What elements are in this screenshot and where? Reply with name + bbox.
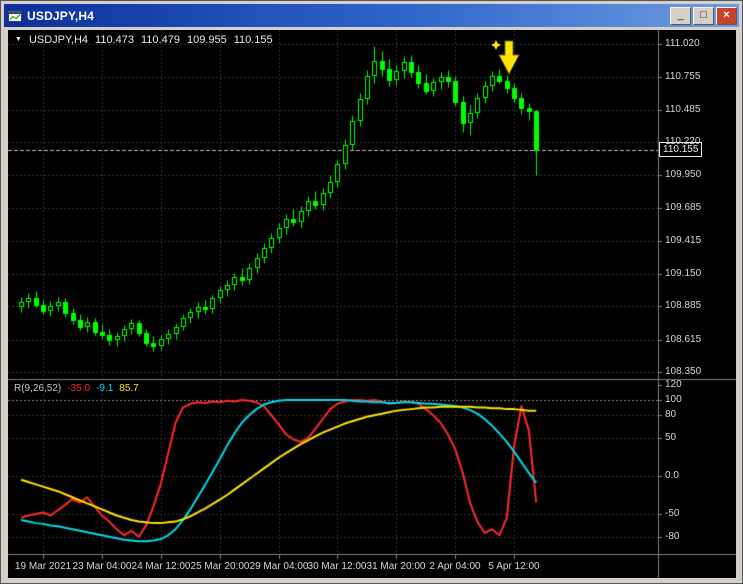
price-axis-label: 110.755 [665,71,701,82]
indicator-axis-label: 80 [665,409,677,420]
indicator-axis-label: -80 [665,531,680,542]
price-axis-label: 109.950 [665,169,702,180]
title-bar[interactable]: USDJPY,H4 _ □ × [4,4,739,27]
price-axis-label: 110.220 [665,136,701,147]
chart-window-icon [8,9,22,23]
symbol-dropdown-icon[interactable]: ▼ [15,36,22,43]
price-axis-label: 108.350 [665,366,702,377]
ohlc-open: 110.473 [95,34,134,46]
price-axis-label: 108.615 [665,334,702,345]
time-axis-label: 29 Mar 04:00 [249,561,309,572]
indicator-value-slow: 85.7 [119,383,139,394]
ohlc-close: 110.155 [233,34,273,46]
sell-arrow-annotation[interactable] [490,39,520,75]
indicator-axis-label: 50 [665,432,677,443]
time-axis-label: 31 Mar 20:00 [366,561,426,572]
window-title: USDJPY,H4 [27,8,95,23]
indicator-name: R(9,26,52) [14,383,62,394]
minimize-button[interactable]: _ [670,6,691,25]
symbol-period: USDJPY,H4 [28,34,89,46]
time-axis-label: 30 Mar 12:00 [307,561,367,572]
indicator-axis-label: 120 [665,379,682,390]
chart-overlay: ▼ USDJPY,H4 110.473 110.479 109.955 110.… [8,30,736,578]
price-axis-label: 108.885 [665,300,702,311]
price-axis-label: 111.020 [665,38,700,49]
ohlc-high: 110.479 [141,34,180,46]
indicator-value-fast: -35.0 [67,383,91,394]
time-axis-label: 25 Mar 20:00 [190,561,250,572]
price-axis-label: 109.150 [665,268,702,279]
ohlc-low: 109.955 [186,34,227,46]
time-axis-label: 5 Apr 12:00 [488,561,540,572]
indicator-axis-label: 100 [665,394,682,405]
price-axis-label: 109.685 [665,202,702,213]
time-axis-label: 19 Mar 2021 [14,561,72,572]
restore-button[interactable]: □ [693,6,714,25]
time-axis-label: 2 Apr 04:00 [429,561,481,572]
ohlc-info: ▼ USDJPY,H4 110.473 110.479 109.955 110.… [15,34,273,46]
indicator-axis-label: -50 [665,508,680,519]
price-axis-label: 110.485 [665,104,701,115]
chart-window: USDJPY,H4 _ □ × ▼ USDJPY,H4 110.473 110.… [0,0,743,584]
close-button[interactable]: × [716,6,737,25]
window-controls: _ □ × [670,6,737,25]
price-axis-label: 109.415 [665,235,702,246]
time-axis-label: 23 Mar 04:00 [72,561,132,572]
chart-area: ▼ USDJPY,H4 110.473 110.479 109.955 110.… [8,30,736,578]
indicator-axis-label: 0.0 [665,470,679,481]
time-axis-label: 24 Mar 12:00 [131,561,191,572]
indicator-value-mid: -9.1 [96,383,114,394]
indicator-label: R(9,26,52) -35.0 -9.1 85.7 [14,383,139,394]
